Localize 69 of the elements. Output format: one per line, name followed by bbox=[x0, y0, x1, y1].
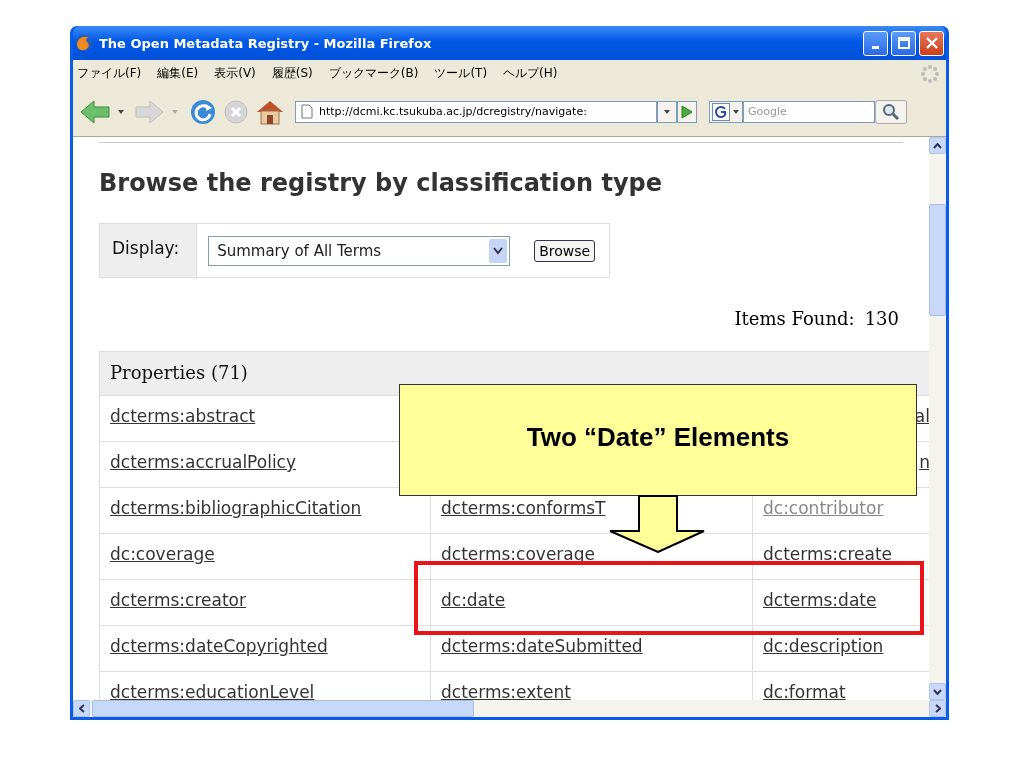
term-link[interactable]: dcterms:conformsT bbox=[441, 498, 606, 518]
term-link[interactable]: dcterms:creator bbox=[110, 590, 246, 610]
search-engine-icon bbox=[712, 102, 730, 121]
menu-item[interactable]: 履歴(S) bbox=[271, 65, 313, 82]
menu-item[interactable]: 編集(E) bbox=[157, 65, 199, 82]
browse-button[interactable]: Browse bbox=[534, 239, 596, 262]
scroll-thumb[interactable] bbox=[92, 700, 474, 717]
minimize-button[interactable] bbox=[863, 30, 888, 56]
scroll-down-button[interactable] bbox=[929, 683, 946, 700]
dropdown-icon bbox=[493, 246, 504, 255]
spinner-icon bbox=[920, 63, 940, 84]
horizontal-scrollbar[interactable] bbox=[73, 700, 946, 717]
menu-item[interactable]: ファイル(F) bbox=[77, 65, 142, 82]
menu-item[interactable]: ヘルプ(H) bbox=[503, 65, 558, 82]
menu-item[interactable]: ツール(T) bbox=[434, 65, 488, 82]
page-heading: Browse the registry by classification type bbox=[99, 169, 664, 197]
term-link[interactable]: dcterms:create bbox=[763, 544, 893, 564]
caret-up-icon bbox=[933, 142, 942, 149]
items-found-count: 130 bbox=[864, 308, 899, 329]
maximize-button[interactable] bbox=[891, 30, 916, 56]
search-button[interactable] bbox=[875, 99, 907, 124]
term-link[interactable]: n bbox=[919, 452, 929, 472]
term-link[interactable]: dcterms:bibliographicCitation bbox=[110, 498, 362, 518]
display-label: Display: bbox=[100, 224, 198, 277]
close-icon bbox=[925, 37, 938, 49]
reload-icon[interactable] bbox=[189, 97, 217, 126]
go-button[interactable] bbox=[677, 100, 697, 123]
window-title: The Open Metadata Registry - Mozilla Firefox bbox=[99, 35, 432, 51]
vertical-scrollbar[interactable] bbox=[929, 137, 946, 700]
menu-item[interactable]: 表示(V) bbox=[214, 65, 256, 82]
term-link[interactable]: dc:description bbox=[763, 636, 884, 656]
search-icon bbox=[882, 102, 900, 121]
term-link[interactable]: dcterms:accrualPolicy bbox=[110, 452, 296, 472]
play-icon bbox=[681, 104, 693, 119]
term-link[interactable]: dc:format bbox=[763, 682, 846, 700]
maximize-icon bbox=[897, 37, 910, 49]
url-field[interactable]: http://dcmi.kc.tsukuba.ac.jp/dcregistry/navigate: bbox=[295, 100, 657, 123]
term-link[interactable]: dcterms:extent bbox=[441, 682, 571, 700]
scroll-right-button[interactable] bbox=[929, 700, 946, 717]
url-dropdown-button[interactable] bbox=[657, 100, 677, 123]
scroll-left-button[interactable] bbox=[73, 700, 90, 717]
close-button[interactable] bbox=[919, 30, 944, 56]
term-link[interactable]: dc:coverage bbox=[110, 544, 215, 564]
items-found-label: Items Found: bbox=[734, 308, 855, 329]
caret-left-icon bbox=[78, 704, 85, 713]
back-arrow-icon[interactable] bbox=[79, 98, 111, 125]
term-link[interactable]: dcterms:dateSubmitted bbox=[441, 636, 643, 656]
term-link[interactable]: dcterms:date bbox=[763, 590, 877, 610]
display-dropdown[interactable]: Summary of All Terms bbox=[208, 235, 511, 266]
dropdown-icon bbox=[732, 107, 740, 116]
scroll-thumb[interactable] bbox=[929, 204, 946, 316]
menu-item[interactable]: ブックマーク(B) bbox=[328, 65, 419, 82]
scroll-up-button[interactable] bbox=[929, 137, 946, 154]
minimize-icon bbox=[872, 45, 879, 49]
search-engine-button[interactable] bbox=[709, 100, 743, 123]
page-icon bbox=[301, 104, 313, 119]
dropdown-icon[interactable] bbox=[117, 107, 125, 116]
term-link[interactable]: dc:date bbox=[441, 590, 506, 610]
dropdown-icon bbox=[663, 107, 671, 116]
search-field[interactable]: Google bbox=[743, 100, 875, 123]
caret-down-icon bbox=[933, 688, 942, 695]
caret-right-icon bbox=[934, 704, 941, 713]
browser-logo-icon bbox=[75, 34, 93, 52]
term-link[interactable]: dcterms:dateCopyrighted bbox=[110, 636, 328, 656]
callout-box: Two “Date” Elements bbox=[399, 384, 917, 496]
term-link[interactable]: dcterms:coverage bbox=[441, 544, 596, 564]
term-link[interactable]: dcterms:abstract bbox=[110, 406, 256, 426]
term-link[interactable]: dcterms:educationLevel bbox=[110, 682, 315, 700]
term-link[interactable]: dc:contributor bbox=[763, 498, 884, 518]
